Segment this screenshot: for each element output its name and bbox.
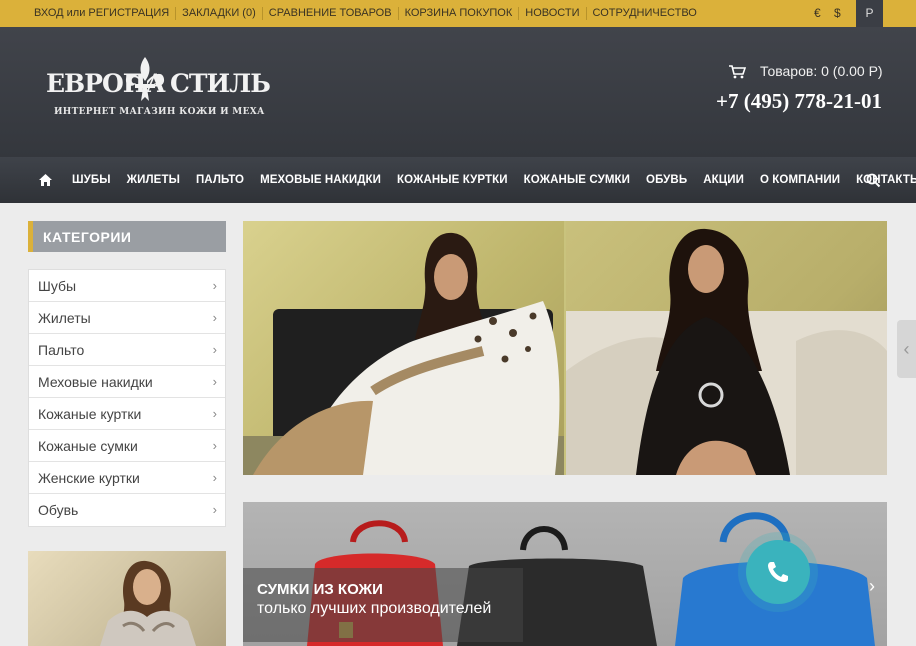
nav-item-coats[interactable]: ПАЛЬТО: [188, 174, 252, 186]
hero-image-right: [566, 221, 887, 475]
chevron-right-icon: ›: [212, 278, 217, 293]
login-register-link[interactable]: ВХОД или РЕГИСТРАЦИЯ: [28, 7, 175, 20]
home-icon[interactable]: [38, 173, 53, 187]
category-label: Кожаные куртки: [38, 406, 142, 422]
chevron-left-icon: ‹: [903, 339, 910, 359]
main-nav: ШУБЫ ЖИЛЕТЫ ПАЛЬТО МЕХОВЫЕ НАКИДКИ КОЖАН…: [0, 157, 916, 203]
nav-item-furs[interactable]: ШУБЫ: [64, 174, 119, 186]
compare-link[interactable]: СРАВНЕНИЕ ТОВАРОВ: [261, 7, 398, 20]
category-label: Кожаные сумки: [38, 438, 138, 454]
logo[interactable]: ЕВРОПА СТИЛЬ ИНТЕРНЕТ МАГАЗИН КОЖИ И МЕХ…: [46, 55, 271, 119]
fleur-de-lis-icon: [125, 57, 165, 101]
chevron-right-icon: ›: [212, 310, 217, 325]
category-label: Меховые накидки: [38, 374, 153, 390]
currency-usd-button[interactable]: $: [834, 0, 841, 27]
category-label: Пальто: [38, 342, 85, 358]
category-label: Обувь: [38, 502, 79, 518]
language-button[interactable]: Р: [856, 0, 883, 27]
promo-title: СУМКИ ИЗ КОЖИ: [257, 581, 383, 598]
category-item-leather-bags[interactable]: Кожаные сумки ›: [29, 430, 225, 462]
chevron-right-icon: ›: [212, 470, 217, 485]
category-item-coats[interactable]: Пальто ›: [29, 334, 225, 366]
top-bar: ВХОД или РЕГИСТРАЦИЯ ЗАКЛАДКИ (0) СРАВНЕ…: [0, 0, 916, 27]
nav-item-leather-jackets[interactable]: КОЖАНЫЕ КУРТКИ: [389, 174, 516, 186]
category-item-womens-jackets[interactable]: Женские куртки ›: [29, 462, 225, 494]
bookmarks-link[interactable]: ЗАКЛАДКИ (0): [175, 7, 262, 20]
search-icon[interactable]: [866, 173, 881, 188]
cart-icon: [729, 64, 746, 78]
nav-item-leather-bags[interactable]: КОЖАНЫЕ СУМКИ: [516, 174, 638, 186]
chevron-right-icon[interactable]: ›: [869, 576, 875, 597]
nav-item-shoes[interactable]: ОБУВЬ: [638, 174, 695, 186]
categories-list: Шубы › Жилеты › Пальто › Меховые накидки › К…: [28, 269, 226, 527]
bags-promo-caption: СУМКИ ИЗ КОЖИ только лучших производител…: [243, 568, 523, 642]
category-item-leather-jackets[interactable]: Кожаные куртки ›: [29, 398, 225, 430]
nav-item-vests[interactable]: ЖИЛЕТЫ: [119, 174, 188, 186]
currency-eur-button[interactable]: €: [814, 0, 821, 27]
chevron-right-icon: ›: [212, 438, 217, 453]
model-fur-image: [100, 560, 196, 646]
category-item-fur-capes[interactable]: Меховые накидки ›: [29, 366, 225, 398]
category-label: Жилеты: [38, 310, 91, 326]
nav-items: ШУБЫ ЖИЛЕТЫ ПАЛЬТО МЕХОВЫЕ НАКИДКИ КОЖАН…: [64, 157, 916, 203]
phone-number: +7 (495) 778-21-01: [716, 89, 882, 113]
chevron-right-icon: ›: [212, 406, 217, 421]
categories-title: КАТЕГОРИИ: [43, 229, 132, 245]
header: ЕВРОПА СТИЛЬ ИНТЕРНЕТ МАГАЗИН КОЖИ И МЕХ…: [0, 27, 916, 157]
cart-link[interactable]: КОРЗИНА ПОКУПОК: [397, 7, 519, 20]
hero-banner[interactable]: [243, 221, 887, 475]
category-label: Женские куртки: [38, 470, 140, 486]
cooperation-link[interactable]: СОТРУДНИЧЕСТВО: [585, 7, 703, 20]
category-label: Шубы: [38, 278, 77, 294]
news-link[interactable]: НОВОСТИ: [518, 7, 585, 20]
categories-header: КАТЕГОРИИ: [28, 221, 226, 252]
sidebar-promo-image[interactable]: [28, 551, 226, 646]
category-item-furs[interactable]: Шубы ›: [29, 270, 225, 302]
category-item-shoes[interactable]: Обувь ›: [29, 494, 225, 526]
chevron-right-icon: ›: [212, 502, 217, 517]
chevron-right-icon: ›: [212, 374, 217, 389]
phone-icon: [768, 562, 788, 582]
nav-item-promotions[interactable]: АКЦИИ: [695, 174, 752, 186]
model-lynx-coat-image: [243, 232, 564, 475]
cart-text: Товаров: 0 (0.00 Р): [760, 63, 883, 79]
hero-image-left: [243, 221, 564, 475]
category-item-vests[interactable]: Жилеты ›: [29, 302, 225, 334]
chevron-right-icon: ›: [212, 342, 217, 357]
promo-subtitle: только лучших производителей: [257, 600, 492, 617]
nav-item-about[interactable]: О КОМПАНИИ: [752, 174, 848, 186]
top-links: ВХОД или РЕГИСТРАЦИЯ ЗАКЛАДКИ (0) СРАВНЕ…: [28, 0, 703, 27]
model-black-coat-image: [566, 228, 887, 475]
call-back-button[interactable]: [746, 540, 810, 604]
nav-item-fur-capes[interactable]: МЕХОВЫЕ НАКИДКИ: [252, 174, 389, 186]
side-panel-tab[interactable]: ‹: [897, 320, 916, 378]
nav-item-contacts[interactable]: КОНТАКТЫ: [848, 174, 916, 186]
logo-subtitle: ИНТЕРНЕТ МАГАЗИН КОЖИ И МЕХА: [54, 107, 265, 117]
cart-summary[interactable]: Товаров: 0 (0.00 Р): [728, 61, 883, 81]
logo-word-right: СТИЛЬ: [170, 69, 271, 98]
